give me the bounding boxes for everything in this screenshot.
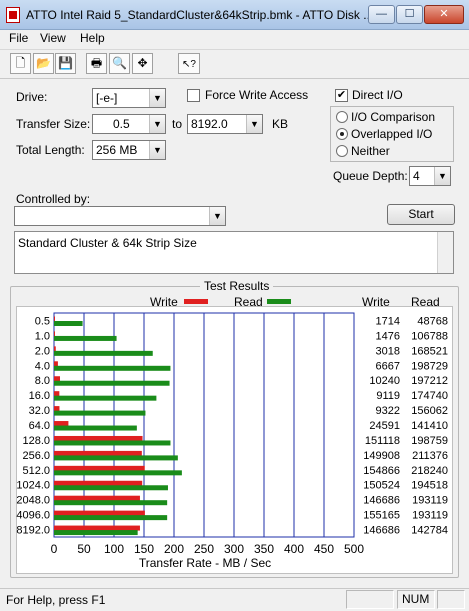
y-tick-label: 64.0 bbox=[29, 420, 50, 432]
read-bar bbox=[54, 321, 83, 326]
read-bar bbox=[54, 410, 146, 416]
write-value-label: 154866 bbox=[363, 465, 400, 477]
write-bar bbox=[54, 450, 142, 456]
write-value-label: 155165 bbox=[363, 510, 400, 522]
y-tick-label: 256.0 bbox=[22, 450, 50, 462]
legend-write-swatch bbox=[184, 299, 208, 304]
write-column-header: Write bbox=[362, 295, 390, 309]
y-tick-label: 512.0 bbox=[22, 465, 50, 477]
y-tick-label: 1024.0 bbox=[16, 480, 50, 492]
write-value-label: 9322 bbox=[376, 405, 400, 417]
x-tick-label: 250 bbox=[194, 542, 214, 556]
x-tick-label: 350 bbox=[254, 542, 274, 556]
write-bar bbox=[54, 495, 140, 501]
write-value-label: 151118 bbox=[365, 435, 400, 447]
write-bar bbox=[54, 406, 60, 412]
x-tick-label: 100 bbox=[104, 542, 124, 556]
read-bar bbox=[54, 440, 171, 446]
write-bar bbox=[54, 316, 56, 322]
read-value-label: 193119 bbox=[412, 510, 448, 522]
write-value-label: 6667 bbox=[376, 360, 400, 372]
benchmark-chart: Write Read Write Read 0.5 1.0 2.0 4.0 8.0 16.… bbox=[16, 295, 448, 570]
read-bar bbox=[54, 470, 182, 476]
write-bar bbox=[54, 510, 145, 516]
read-bar bbox=[54, 515, 168, 521]
read-value-label: 48768 bbox=[417, 315, 448, 327]
write-value-label: 146686 bbox=[363, 525, 400, 537]
read-value-label: 106788 bbox=[411, 330, 448, 342]
y-tick-label: 1.0 bbox=[35, 330, 50, 342]
x-tick-label: 0 bbox=[51, 542, 58, 556]
write-value-label: 146686 bbox=[363, 495, 400, 507]
write-bar bbox=[54, 376, 60, 382]
read-value-label: 194518 bbox=[411, 480, 448, 492]
read-value-label: 156062 bbox=[411, 405, 448, 417]
read-bar bbox=[54, 425, 137, 431]
write-value-label: 10240 bbox=[369, 375, 400, 387]
y-tick-label: 8192.0 bbox=[16, 525, 50, 537]
y-tick-label: 0.5 bbox=[35, 315, 50, 327]
write-value-label: 24591 bbox=[369, 420, 400, 432]
y-tick-label: 8.0 bbox=[35, 375, 50, 387]
read-value-label: 168521 bbox=[411, 345, 448, 357]
write-bar bbox=[54, 480, 143, 486]
write-bar bbox=[54, 331, 55, 337]
read-bar bbox=[54, 365, 171, 371]
read-value-label: 211376 bbox=[412, 450, 448, 462]
read-value-label: 198729 bbox=[411, 360, 448, 372]
write-bar bbox=[54, 421, 69, 427]
write-value-label: 150524 bbox=[363, 480, 400, 492]
read-bar bbox=[54, 380, 170, 386]
x-tick-label: 300 bbox=[224, 542, 244, 556]
read-value-label: 142784 bbox=[411, 525, 448, 537]
write-value-label: 9119 bbox=[376, 390, 400, 402]
y-tick-label: 2.0 bbox=[35, 345, 50, 357]
status-pane-scroll bbox=[437, 590, 465, 609]
read-bar bbox=[54, 350, 153, 356]
read-bar bbox=[54, 530, 138, 536]
x-tick-label: 400 bbox=[284, 542, 304, 556]
write-value-label: 149908 bbox=[363, 450, 400, 462]
x-tick-label: 500 bbox=[344, 542, 364, 556]
read-bar bbox=[54, 485, 168, 491]
write-bar bbox=[54, 435, 143, 441]
write-value-label: 3018 bbox=[376, 345, 400, 357]
status-num-indicator: NUM bbox=[397, 590, 435, 609]
x-axis-label: Transfer Rate - MB / Sec bbox=[139, 556, 271, 570]
read-bar bbox=[54, 455, 178, 461]
read-value-label: 197212 bbox=[411, 375, 448, 387]
x-tick-label: 450 bbox=[314, 542, 334, 556]
read-bar bbox=[54, 500, 168, 506]
read-value-label: 174740 bbox=[411, 390, 448, 402]
legend-read-label: Read bbox=[234, 295, 263, 309]
write-value-label: 1714 bbox=[376, 315, 400, 327]
legend-read-swatch bbox=[267, 299, 291, 304]
read-bar bbox=[54, 335, 117, 341]
status-help-text: For Help, press F1 bbox=[6, 593, 106, 607]
y-tick-label: 2048.0 bbox=[16, 495, 50, 507]
legend-write-label: Write bbox=[150, 295, 178, 309]
x-tick-label: 200 bbox=[164, 542, 184, 556]
y-tick-label: 32.0 bbox=[29, 405, 50, 417]
read-value-label: 193119 bbox=[412, 495, 448, 507]
x-tick-label: 50 bbox=[77, 542, 91, 556]
write-bar bbox=[54, 465, 145, 471]
write-bar bbox=[54, 346, 56, 352]
write-value-label: 1476 bbox=[376, 330, 400, 342]
write-bar bbox=[54, 361, 58, 367]
y-tick-label: 4.0 bbox=[35, 360, 50, 372]
x-tick-label: 150 bbox=[134, 542, 154, 556]
y-tick-label: 128.0 bbox=[22, 435, 50, 447]
write-bar bbox=[54, 525, 140, 531]
write-bar bbox=[54, 391, 60, 397]
read-value-label: 218240 bbox=[411, 465, 448, 477]
read-value-label: 141410 bbox=[411, 420, 448, 432]
y-tick-label: 4096.0 bbox=[16, 510, 50, 522]
read-value-label: 198759 bbox=[411, 435, 448, 447]
status-pane-caps bbox=[346, 590, 394, 609]
read-column-header: Read bbox=[411, 295, 440, 309]
y-tick-label: 16.0 bbox=[29, 390, 50, 402]
read-bar bbox=[54, 395, 157, 401]
